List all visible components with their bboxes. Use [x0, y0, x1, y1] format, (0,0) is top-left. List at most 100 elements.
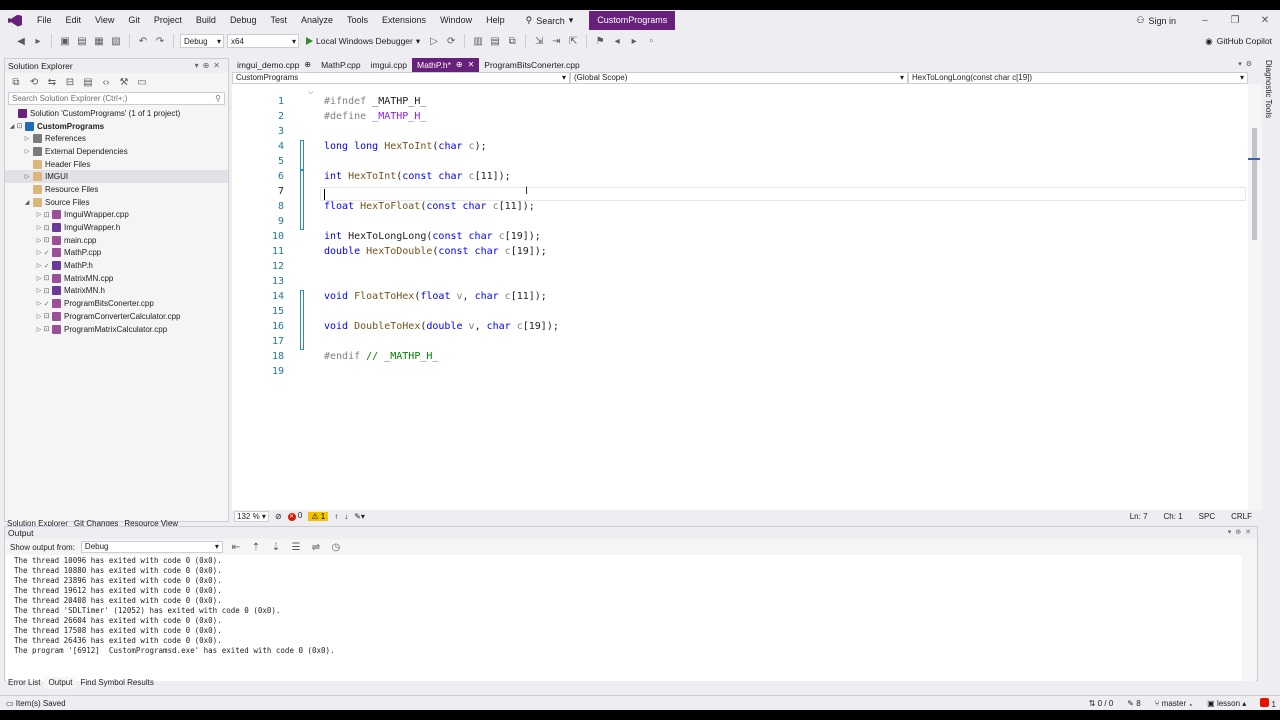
tab-mathp-h[interactable]: MathP.h* ⊕ ✕: [412, 58, 480, 72]
menu-view[interactable]: View: [88, 10, 121, 31]
tab-overflow-controls[interactable]: ▾⚙: [1238, 58, 1256, 72]
platform-select[interactable]: x64 ▾: [227, 34, 299, 48]
diagnostic-tools-tab[interactable]: Diagnostic Tools: [1264, 60, 1273, 118]
menu-test[interactable]: Test: [263, 10, 294, 31]
toolbar-icon-b[interactable]: ▤: [488, 34, 502, 48]
tree-item-file[interactable]: ▷ ⊡ main.cpp: [5, 234, 228, 247]
menu-tools[interactable]: Tools: [340, 10, 375, 31]
tree-item-file[interactable]: ▷ ⊡ ImguiWrapper.h: [5, 221, 228, 234]
save-icon[interactable]: ▦: [92, 34, 106, 48]
navigate-back-icon[interactable]: ◀: [14, 34, 28, 48]
menu-analyze[interactable]: Analyze: [294, 10, 340, 31]
menu-build[interactable]: Build: [189, 10, 223, 31]
tab-error-list[interactable]: Error List: [4, 677, 44, 689]
prev-message-icon[interactable]: ⇡: [249, 540, 263, 554]
show-all-files-icon[interactable]: ▤: [81, 75, 95, 89]
bookmark-prev-icon[interactable]: ◂: [610, 34, 624, 48]
tab-find-symbol-results[interactable]: Find Symbol Results: [76, 677, 157, 689]
navigate-forward-icon[interactable]: ▸: [31, 34, 45, 48]
step-out-icon[interactable]: ⇱: [566, 34, 580, 48]
tree-item-file[interactable]: ▷ ⊡ ImguiWrapper.cpp: [5, 209, 228, 222]
branch-selector[interactable]: ⑂ master ▴: [1155, 699, 1194, 708]
repository-selector[interactable]: ▣ lesson ▴: [1207, 699, 1246, 708]
output-scrollbar[interactable]: [1242, 555, 1256, 681]
tree-item-file[interactable]: ▷ ⊡ MatrixMN.h: [5, 285, 228, 298]
collapse-all-icon[interactable]: ⊟: [63, 75, 77, 89]
project-dropdown[interactable]: CustomPrograms ▾: [232, 72, 570, 84]
tab-mathp-cpp[interactable]: MathP.cpp: [316, 58, 366, 72]
scrollbar-thumb[interactable]: [1252, 128, 1257, 240]
search-menu-button[interactable]: ⚲ Search ▾: [518, 12, 582, 29]
new-project-icon[interactable]: ▣: [58, 34, 72, 48]
find-message-icon[interactable]: ⇤: [229, 540, 243, 554]
fold-toggle-icon[interactable]: ⌵: [308, 89, 313, 97]
timestamp-icon[interactable]: ◷: [329, 540, 343, 554]
sign-in-button[interactable]: ⚇ Sign in: [1122, 15, 1190, 26]
pending-changes-icon[interactable]: ⟲: [27, 75, 41, 89]
menu-help[interactable]: Help: [479, 10, 512, 31]
next-message-icon[interactable]: ⇣: [269, 540, 283, 554]
output-source-select[interactable]: Debug ▾: [80, 541, 223, 553]
issues-icon[interactable]: ⊘: [275, 512, 282, 521]
toolbar-icon-a[interactable]: ▥: [471, 34, 485, 48]
sync-icon[interactable]: ⇆: [45, 75, 59, 89]
column-indicator[interactable]: Ch: 1: [1164, 512, 1183, 521]
start-debugging-button[interactable]: Local Windows Debugger ▾: [302, 36, 424, 47]
undo-icon[interactable]: ↶: [136, 34, 150, 48]
error-count[interactable]: ✕ 0: [287, 511, 302, 521]
warning-count[interactable]: ⚠ 1: [308, 511, 329, 521]
tree-item-file[interactable]: ▷ ⊡ ProgramMatrixCalculator.cpp: [5, 323, 228, 336]
menu-git[interactable]: Git: [121, 10, 147, 31]
menu-extensions[interactable]: Extensions: [375, 10, 433, 31]
open-file-icon[interactable]: ▤: [75, 34, 89, 48]
zoom-select[interactable]: 132 % ▾: [234, 510, 269, 522]
bookmark-next-icon[interactable]: ▸: [627, 34, 641, 48]
output-text[interactable]: The thread 10096 has exited with code 0 …: [6, 555, 1242, 681]
visual-studio-logo-icon[interactable]: [8, 14, 22, 27]
pin-icon[interactable]: ⊕: [304, 58, 311, 72]
whitespace-indicator[interactable]: SPC: [1199, 512, 1215, 521]
tree-item-external-dependencies[interactable]: ▷ External Dependencies: [5, 145, 228, 158]
switch-views-icon[interactable]: ⧉: [9, 75, 23, 89]
tree-item-project[interactable]: ◢ ⊡ CustomPrograms: [5, 120, 228, 133]
scope-dropdown[interactable]: (Global Scope) ▾: [570, 72, 908, 84]
tree-item-header-files[interactable]: Header Files: [5, 158, 228, 171]
next-issue-icon[interactable]: ↓: [344, 512, 348, 521]
tree-item-solution[interactable]: Solution 'CustomPrograms' (1 of 1 projec…: [5, 107, 228, 120]
clear-all-icon[interactable]: ☰: [289, 540, 303, 554]
bookmark-icon[interactable]: ⚑: [593, 34, 607, 48]
pending-edits-indicator[interactable]: ✎ 8: [1127, 699, 1140, 708]
toolbar-icon-c[interactable]: ⧉: [505, 34, 519, 48]
line-indicator[interactable]: Ln: 7: [1130, 512, 1148, 521]
save-all-icon[interactable]: ▧: [109, 34, 123, 48]
tree-item-references[interactable]: ▷ References: [5, 132, 228, 145]
code-cleanup-icon[interactable]: ✎▾: [354, 512, 365, 521]
start-without-debugging-icon[interactable]: ▷: [427, 34, 441, 48]
sync-indicator[interactable]: ⇅ 0 / 0: [1089, 699, 1114, 708]
notifications-button[interactable]: 1: [1260, 698, 1276, 709]
github-copilot-button[interactable]: ◉ GitHub Copilot: [1205, 31, 1272, 51]
tree-item-file[interactable]: ▷ ✓ MathP.h: [5, 259, 228, 272]
properties-icon[interactable]: ⚒: [117, 75, 131, 89]
panel-controls[interactable]: ▾⊕✕: [195, 59, 228, 73]
close-icon[interactable]: ✕: [468, 58, 475, 72]
line-ending-indicator[interactable]: CRLF: [1231, 512, 1252, 521]
tree-item-file[interactable]: ▷ ✓ ProgramBitsConerter.cpp: [5, 297, 228, 310]
restore-button[interactable]: ❐: [1220, 15, 1250, 26]
menu-file[interactable]: File: [30, 10, 59, 31]
editor-vertical-scrollbar[interactable]: [1248, 84, 1262, 510]
step-over-icon[interactable]: ⇥: [549, 34, 563, 48]
panel-controls[interactable]: ▾⊕✕: [1228, 527, 1257, 539]
tab-programbitsconerter-cpp[interactable]: ProgramBitsConerter.cpp: [479, 58, 584, 72]
close-window-button[interactable]: ✕: [1250, 15, 1280, 26]
tree-item-file[interactable]: ▷ ⊡ ProgramConverterCalculator.cpp: [5, 310, 228, 323]
redo-icon[interactable]: ↷: [153, 34, 167, 48]
tree-item-file[interactable]: ▷ ⊡ MatrixMN.cpp: [5, 272, 228, 285]
tree-item-imgui[interactable]: ▷ IMGUI: [5, 170, 228, 184]
menu-debug[interactable]: Debug: [223, 10, 264, 31]
tab-imgui-cpp[interactable]: imgui.cpp: [366, 58, 412, 72]
step-into-icon[interactable]: ⇲: [532, 34, 546, 48]
preview-icon[interactable]: ‹›: [99, 75, 113, 89]
tab-imgui-demo-cpp[interactable]: imgui_demo.cpp ⊕: [232, 58, 316, 72]
code-editor[interactable]: ⌵ I 1 #ifndef _MATHP_H_ 2 #define _MATHP_H_…: [232, 84, 1248, 510]
